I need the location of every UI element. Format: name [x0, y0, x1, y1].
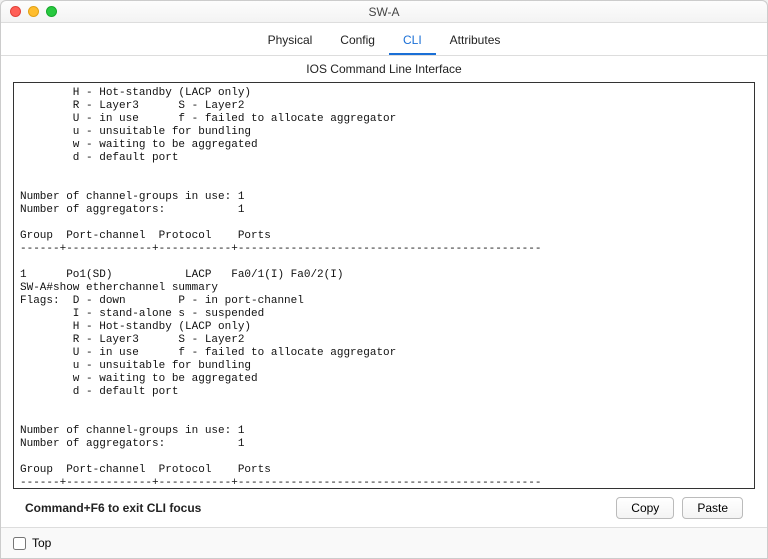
copy-button[interactable]: Copy	[616, 497, 674, 519]
app-window: SW-A Physical Config CLI Attributes IOS …	[0, 0, 768, 559]
footer-buttons: Copy Paste	[616, 497, 743, 519]
titlebar: SW-A	[1, 1, 767, 23]
terminal-container: H - Hot-standby (LACP only) R - Layer3 S…	[1, 82, 767, 527]
zoom-icon[interactable]	[46, 6, 57, 17]
close-icon[interactable]	[10, 6, 21, 17]
paste-button[interactable]: Paste	[682, 497, 743, 519]
bottom-bar: Top	[1, 527, 767, 558]
cli-footer: Command+F6 to exit CLI focus Copy Paste	[13, 489, 755, 527]
tab-attributes[interactable]: Attributes	[436, 29, 515, 55]
exit-hint: Command+F6 to exit CLI focus	[25, 501, 201, 515]
cli-subheader: IOS Command Line Interface	[1, 56, 767, 82]
tab-physical[interactable]: Physical	[254, 29, 327, 55]
minimize-icon[interactable]	[28, 6, 39, 17]
tab-config[interactable]: Config	[326, 29, 389, 55]
window-title: SW-A	[1, 5, 767, 19]
tabs: Physical Config CLI Attributes	[1, 23, 767, 56]
top-checkbox[interactable]	[13, 537, 26, 550]
cli-terminal[interactable]: H - Hot-standby (LACP only) R - Layer3 S…	[13, 82, 755, 489]
tab-cli[interactable]: CLI	[389, 29, 436, 55]
top-label: Top	[32, 536, 51, 550]
traffic-lights	[1, 6, 57, 17]
